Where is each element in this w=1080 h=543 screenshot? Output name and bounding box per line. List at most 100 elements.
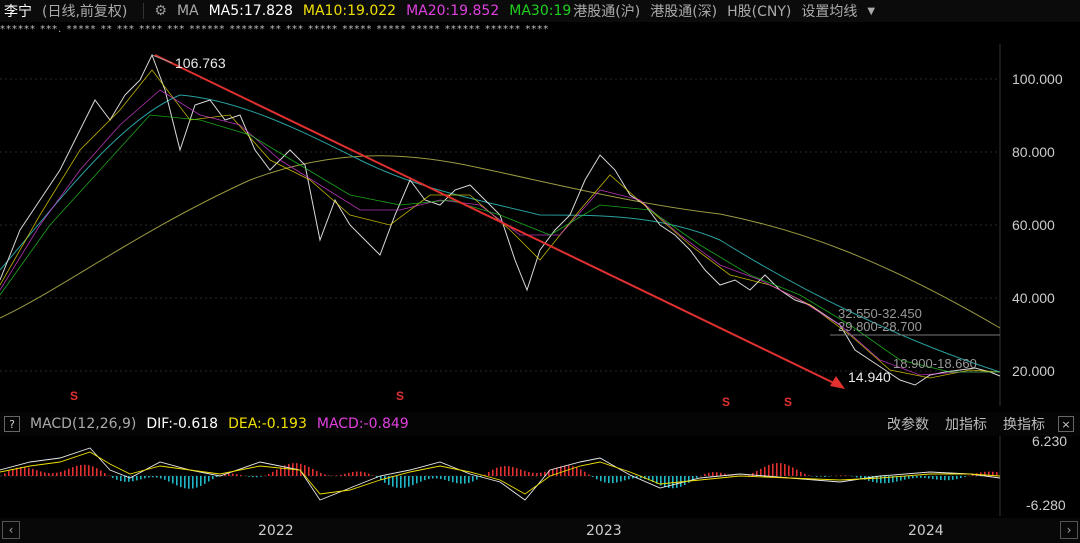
macd-bar bbox=[840, 475, 842, 476]
price-chart[interactable]: 100.000 80.000 60.000 40.000 20.000 106.… bbox=[0, 0, 1080, 543]
macd-bar bbox=[712, 472, 714, 476]
macd-bar bbox=[448, 476, 450, 482]
macd-bar bbox=[924, 476, 926, 479]
price-label: 100.000 bbox=[1012, 71, 1063, 87]
macd-bar bbox=[760, 468, 762, 476]
macd-bar bbox=[664, 476, 666, 487]
scroll-right-icon[interactable]: › bbox=[1060, 521, 1078, 539]
macd-bar bbox=[416, 476, 418, 484]
macd-bar bbox=[424, 476, 426, 481]
macd-bar bbox=[620, 476, 622, 482]
macd-bar bbox=[196, 476, 198, 488]
macd-bar bbox=[348, 472, 350, 476]
macd-bar bbox=[344, 473, 346, 476]
price-label: 40.000 bbox=[1012, 290, 1055, 306]
macd-bar bbox=[944, 476, 946, 481]
signal-marker[interactable]: S bbox=[784, 395, 792, 409]
macd-bar bbox=[956, 476, 958, 480]
question-icon[interactable]: ? bbox=[4, 416, 20, 432]
macd-bar bbox=[328, 475, 330, 476]
macd-bar bbox=[308, 466, 310, 476]
ma-long-line bbox=[0, 155, 1001, 329]
close-icon[interactable]: × bbox=[1058, 416, 1074, 432]
macd-bar bbox=[824, 476, 826, 477]
macd-bar bbox=[856, 476, 858, 478]
macd-bar bbox=[768, 464, 770, 476]
signal-marker[interactable]: S bbox=[396, 389, 404, 403]
macd-bar bbox=[624, 476, 626, 481]
macd-bar bbox=[164, 476, 166, 480]
macd-bar bbox=[528, 472, 530, 476]
trend-arrow bbox=[154, 54, 839, 386]
macd-bar bbox=[140, 476, 142, 480]
macd-bar bbox=[472, 476, 474, 482]
macd-bar bbox=[704, 473, 706, 476]
macd-bar bbox=[444, 476, 446, 480]
macd-bar bbox=[860, 476, 862, 479]
macd-bar bbox=[920, 476, 922, 478]
modify-params-button[interactable]: 改参数 bbox=[884, 414, 932, 434]
macd-bar bbox=[212, 476, 214, 480]
macd-bar bbox=[516, 468, 518, 476]
macd-bar bbox=[508, 466, 510, 476]
dea-value: DEA:-0.193 bbox=[228, 416, 307, 432]
signal-marker[interactable]: S bbox=[70, 389, 78, 403]
macd-bar bbox=[112, 476, 114, 478]
macd-bar bbox=[324, 474, 326, 476]
macd-bar bbox=[352, 471, 354, 476]
signal-marker[interactable]: S bbox=[722, 395, 730, 409]
macd-bar bbox=[436, 476, 438, 479]
macd-bar bbox=[176, 476, 178, 486]
macd-bar bbox=[340, 474, 342, 476]
macd-bar bbox=[236, 474, 238, 476]
macd-bar bbox=[64, 470, 66, 476]
macd-bar bbox=[452, 476, 454, 483]
macd-bar bbox=[80, 464, 82, 476]
macd-bar bbox=[252, 476, 254, 478]
macd-bar bbox=[716, 472, 718, 476]
macd-bar bbox=[788, 465, 790, 476]
macd-bar bbox=[408, 476, 410, 487]
macd-bar bbox=[368, 473, 370, 476]
macd-bar bbox=[320, 472, 322, 476]
macd-bar bbox=[92, 466, 94, 476]
macd-bar bbox=[940, 476, 942, 481]
macd-bar bbox=[4, 473, 6, 476]
x-label: 2022 bbox=[258, 523, 294, 539]
price-label: 20.000 bbox=[1012, 363, 1055, 379]
macd-bar bbox=[24, 467, 26, 476]
switch-indicator-button[interactable]: 换指标 bbox=[1000, 414, 1048, 434]
macd-bar bbox=[912, 476, 914, 479]
macd-bar bbox=[928, 476, 930, 479]
macd-bar bbox=[28, 467, 30, 476]
macd-bar bbox=[256, 476, 258, 478]
macd-bar bbox=[208, 476, 210, 482]
macd-bar bbox=[520, 469, 522, 476]
macd-bar bbox=[512, 466, 514, 476]
macd-bar bbox=[792, 467, 794, 476]
macd-bar bbox=[828, 476, 830, 477]
macd-bar bbox=[160, 476, 162, 479]
macd-bar bbox=[804, 473, 806, 476]
macd-bar bbox=[72, 467, 74, 476]
high-annotation: 106.763 bbox=[175, 55, 226, 71]
macd-bar bbox=[276, 469, 278, 476]
macd-bar bbox=[36, 470, 38, 476]
macd-bottom-label: -6.280 bbox=[1026, 497, 1066, 513]
macd-bar bbox=[492, 469, 494, 476]
dif-value: DIF:-0.618 bbox=[146, 416, 219, 432]
add-indicator-button[interactable]: 加指标 bbox=[942, 414, 990, 434]
macd-bar bbox=[600, 476, 602, 482]
scroll-left-icon[interactable]: ‹ bbox=[2, 521, 20, 539]
macd-bar bbox=[584, 471, 586, 476]
macd-bar bbox=[604, 476, 606, 483]
macd-bar bbox=[440, 476, 442, 479]
macd-bar bbox=[60, 471, 62, 476]
macd-bar bbox=[100, 470, 102, 476]
macd-bar bbox=[784, 464, 786, 476]
macd-bar bbox=[460, 476, 462, 484]
macd-bar bbox=[104, 472, 106, 476]
macd-bar bbox=[40, 471, 42, 476]
macd-name[interactable]: MACD(12,26,9) bbox=[30, 416, 136, 432]
macd-bar bbox=[588, 474, 590, 476]
